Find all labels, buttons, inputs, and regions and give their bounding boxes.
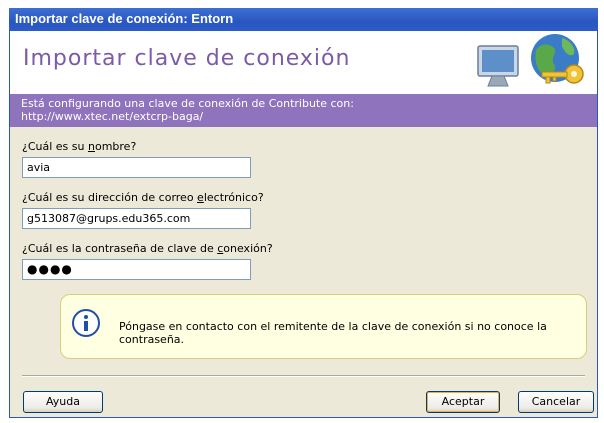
- info-text: Está configurando una clave de conexión …: [21, 97, 354, 110]
- connection-info-bar: Está configurando una clave de conexión …: [10, 94, 597, 127]
- password-label: ¿Cuál es la contraseña de clave de conex…: [22, 242, 273, 255]
- name-label: ¿Cuál es su nombre?: [22, 140, 137, 153]
- dialog-header: Importar clave de conexión: [10, 31, 597, 94]
- email-field[interactable]: g513087@grups.edu365.com: [22, 208, 251, 229]
- info-icon: [72, 309, 100, 337]
- connection-url: http://www.xtec.net/extcrp-baga/: [21, 110, 204, 123]
- window-title-bar[interactable]: Importar clave de conexión: Entorn: [9, 8, 598, 31]
- password-notice: Póngase en contacto con el remitente de …: [60, 294, 587, 359]
- button-separator: [22, 375, 585, 377]
- monitor-icon: [477, 45, 519, 87]
- header-title: Importar clave de conexión: [23, 46, 351, 71]
- help-button[interactable]: Ayuda: [23, 391, 103, 413]
- dialog-window: Importar clave de conexión Está configur…: [9, 31, 598, 418]
- ok-button[interactable]: Aceptar: [426, 391, 500, 413]
- notice-text: Póngase en contacto con el remitente de …: [119, 320, 547, 346]
- email-label: ¿Cuál es su dirección de correo electrón…: [22, 191, 264, 204]
- connection-key-icon: [477, 34, 584, 87]
- window-title: Importar clave de conexión: Entorn: [15, 11, 234, 26]
- password-field[interactable]: ●●●●: [22, 259, 251, 280]
- name-field[interactable]: avia: [22, 157, 251, 178]
- cancel-button[interactable]: Cancelar: [518, 391, 594, 413]
